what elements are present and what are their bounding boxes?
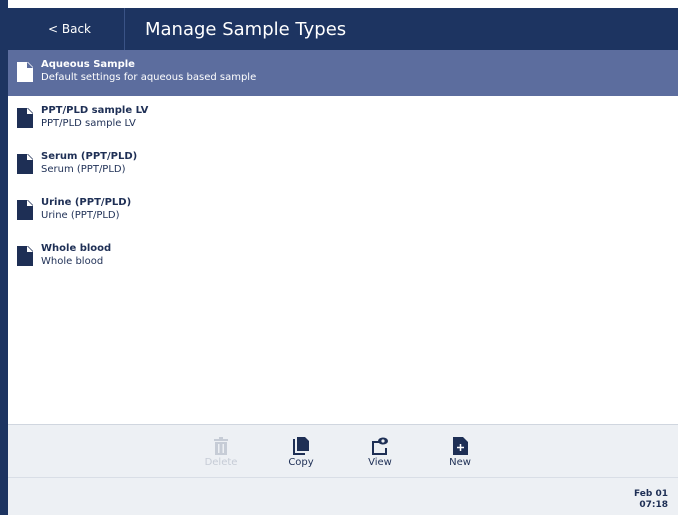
view-button[interactable]: View xyxy=(355,437,405,468)
sample-type-name: PPT/PLD sample LV xyxy=(41,105,149,116)
delete-label: Delete xyxy=(204,457,238,468)
status-bar: Feb 01 07:18 xyxy=(8,477,678,515)
view-label: View xyxy=(368,457,392,468)
sample-type-description: PPT/PLD sample LV xyxy=(41,118,136,129)
document-icon xyxy=(17,62,33,82)
page-title: Manage Sample Types xyxy=(145,18,347,40)
delete-button[interactable]: Delete xyxy=(196,437,246,468)
sample-type-description: Whole blood xyxy=(41,256,104,267)
new-button[interactable]: New xyxy=(435,437,485,468)
date-time: Feb 01 07:18 xyxy=(634,489,668,511)
new-document-icon xyxy=(435,437,485,455)
list-item[interactable]: Aqueous Sample Default settings for aque… xyxy=(8,50,678,96)
time-text: 07:18 xyxy=(639,500,668,510)
sample-type-description: Serum (PPT/PLD) xyxy=(41,164,126,175)
header-bar: < Back Manage Sample Types xyxy=(8,8,678,50)
sample-type-name: Aqueous Sample xyxy=(41,59,135,70)
list-item[interactable]: Whole blood Whole blood xyxy=(8,234,678,280)
sample-type-name: Urine (PPT/PLD) xyxy=(41,197,132,208)
document-icon xyxy=(17,246,33,266)
app-window: < Back Manage Sample Types Aqueous Sampl… xyxy=(0,0,678,515)
list-item[interactable]: Serum (PPT/PLD) Serum (PPT/PLD) xyxy=(8,142,678,188)
view-document-icon xyxy=(355,437,405,455)
list-item[interactable]: Urine (PPT/PLD) Urine (PPT/PLD) xyxy=(8,188,678,234)
list-item[interactable]: PPT/PLD sample LV PPT/PLD sample LV xyxy=(8,96,678,142)
document-icon xyxy=(17,108,33,128)
sample-type-description: Urine (PPT/PLD) xyxy=(41,210,120,221)
action-toolbar: Delete Copy View New xyxy=(8,424,678,477)
copy-button[interactable]: Copy xyxy=(276,437,326,468)
sample-type-name: Serum (PPT/PLD) xyxy=(41,151,138,162)
back-button[interactable]: < Back xyxy=(8,8,125,50)
sample-type-description: Default settings for aqueous based sampl… xyxy=(41,72,257,83)
sample-type-list: Aqueous Sample Default settings for aque… xyxy=(8,50,678,424)
copy-icon xyxy=(276,437,326,455)
left-border xyxy=(0,0,8,515)
date-text: Feb 01 xyxy=(634,489,668,499)
trash-icon xyxy=(196,437,246,455)
copy-label: Copy xyxy=(288,457,314,468)
sample-type-name: Whole blood xyxy=(41,243,112,254)
document-icon xyxy=(17,200,33,220)
document-icon xyxy=(17,154,33,174)
new-label: New xyxy=(449,457,471,468)
